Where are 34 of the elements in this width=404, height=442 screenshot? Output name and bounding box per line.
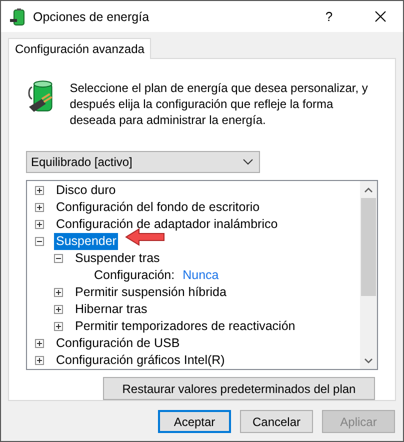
battery-plug-icon bbox=[9, 8, 27, 26]
expand-icon[interactable] bbox=[35, 356, 44, 365]
tree-item[interactable]: Configuración de USB bbox=[54, 334, 182, 352]
setting-label: Configuración: bbox=[93, 266, 176, 284]
expand-icon[interactable] bbox=[54, 288, 63, 297]
dialog-button[interactable]: Aceptar bbox=[158, 410, 231, 433]
collapse-icon[interactable] bbox=[35, 236, 44, 246]
description-text: Seleccione el plan de energía que desea personalizar, y después elija la configuración que refleje la forma deseada para administrar la energía. bbox=[70, 80, 369, 128]
expand-icon[interactable] bbox=[54, 322, 63, 331]
tree-item[interactable]: Disco duro bbox=[54, 182, 118, 199]
help-button[interactable]: ? bbox=[307, 9, 351, 24]
restore-defaults-button[interactable]: Restaurar valores predeterminados del plan bbox=[103, 377, 375, 400]
tree-item[interactable]: Configuración gráficos Intel(R) bbox=[54, 352, 227, 369]
close-icon[interactable] bbox=[374, 11, 386, 22]
scrollbar[interactable] bbox=[360, 180, 377, 370]
dialog-button[interactable]: Cancelar bbox=[240, 410, 313, 433]
tree-item[interactable]: Configuración de adaptador inalámbrico bbox=[54, 216, 280, 233]
expand-icon[interactable] bbox=[35, 202, 44, 212]
collapse-icon[interactable] bbox=[54, 254, 63, 263]
chevron-down-icon bbox=[243, 158, 253, 165]
tree-item[interactable]: Permitir suspensión híbrida bbox=[73, 284, 228, 301]
expand-icon[interactable] bbox=[54, 304, 63, 314]
tree-item[interactable]: Permitir temporizadores de reactivación bbox=[73, 318, 298, 335]
plan-dropdown[interactable]: Equilibrado [activo] bbox=[26, 151, 260, 173]
tree-item[interactable]: Suspender tras bbox=[73, 250, 162, 267]
expand-icon[interactable] bbox=[35, 220, 44, 229]
tree-item[interactable]: Suspender bbox=[54, 232, 118, 250]
expand-icon[interactable] bbox=[35, 186, 44, 195]
window-title: Opciones de energía bbox=[33, 10, 150, 24]
tree-item[interactable]: Hibernar tras bbox=[73, 300, 150, 318]
tab[interactable]: Configuración avanzada bbox=[8, 38, 152, 59]
tree-item[interactable]: Configuración del fondo de escritorio bbox=[54, 198, 262, 216]
expand-icon[interactable] bbox=[35, 338, 44, 348]
setting-value[interactable]: Nunca bbox=[182, 268, 219, 282]
